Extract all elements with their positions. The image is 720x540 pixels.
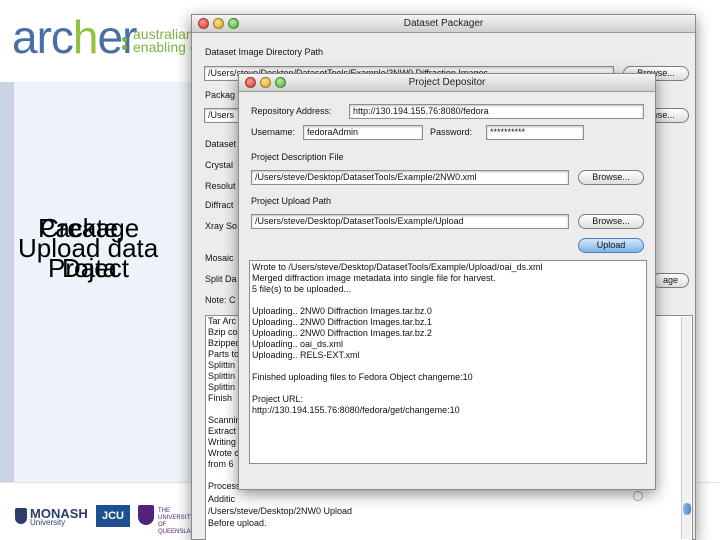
project-depositor-window: Project Depositor Repository Address: ht… [238,73,656,490]
archer-logo: archer [12,11,137,63]
jcu-logo: JCU [96,505,130,527]
side-label-resolution: Resolut [205,181,236,191]
log-line: Splittin [208,382,236,392]
side-label-note: Note: C [205,295,236,305]
side-label-mosaic: Mosaic [205,253,234,263]
log-line: Project URL: [252,394,304,404]
logo-dot-icon [122,45,127,50]
slide-word-data: Data [62,253,117,283]
log-line: Uploading.. 2NW0 Diffraction Images.tar.… [252,317,432,327]
log-line: Uploading.. 2NW0 Diffraction Images.tar.… [252,306,432,316]
log-line: Bzipped [208,338,241,348]
log-line: Uploading.. oai_ds.xml [252,339,344,349]
repo-address-label: Repository Address: [251,106,332,116]
log-line: Splittin [208,360,236,370]
log-line: Before upload. [208,518,267,528]
log-line: Wrote to /Users/steve/Desktop/DatasetToo… [252,262,543,272]
log-line: /Users/steve/Desktop/2NW0 Upload [208,506,353,516]
left-decor-band [0,82,14,482]
package-label: Packag [205,90,236,100]
description-file-label: Project Description File [251,152,344,162]
logo-dot-icon [122,37,127,42]
depositor-title: Project Depositor [408,77,486,88]
image-dir-label: Dataset Image Directory Path [205,47,324,57]
repo-address-input[interactable]: http://130.194.155.76:8080/fedora [349,104,644,119]
log-line: Bzip co [208,327,238,337]
log-line: Finish [208,393,233,403]
packager-titlebar[interactable]: Dataset Packager [192,15,695,33]
side-label-crystal: Crystal [205,160,234,170]
log-line: from 6 [208,459,234,469]
upload-button[interactable]: Upload [578,238,644,253]
progress-spinner-icon [633,491,643,501]
log-line: Parts to [208,349,240,359]
browse-upload-button[interactable]: Browse... [578,214,644,229]
browse-description-button[interactable]: Browse... [578,170,644,185]
scrollbar-thumb[interactable] [683,503,691,515]
depositor-log[interactable]: Wrote to /Users/steve/Desktop/DatasetToo… [249,260,647,464]
side-label-xray-source: Xray So [205,221,238,231]
packager-log-scrollbar[interactable] [681,317,691,539]
side-label-split-data: Split Da [205,274,237,284]
log-line: Wrote c [208,448,239,458]
side-label-diffraction: Diffract [205,200,234,210]
log-line: Finished uploading files to Fedora Objec… [252,372,473,382]
uq-crest-icon [138,505,154,525]
monash-crest-icon [15,508,27,524]
monash-logo-sub: University [30,518,66,527]
upload-path-label: Project Upload Path [251,196,332,206]
log-line: Writing [208,437,236,447]
username-label: Username: [251,127,296,137]
upload-path-input[interactable]: /Users/steve/Desktop/DatasetTools/Exampl… [251,214,569,229]
log-line: Scannin [208,415,241,425]
log-line: 5 file(s) to be uploaded... [252,284,352,294]
depositor-titlebar[interactable]: Project Depositor [239,74,655,92]
log-line: Additic [208,494,236,504]
password-input[interactable]: ********** [486,125,584,140]
log-line: Process [208,481,241,491]
log-line: Uploading.. RELS-EXT.xml [252,350,360,360]
log-line: Extract [208,426,237,436]
password-label: Password: [430,127,473,137]
log-line: Merged diffraction image metadata into s… [252,273,496,283]
log-line: Tar Arc [208,316,237,326]
log-line: Uploading.. 2NW0 Diffraction Images.tar.… [252,328,432,338]
username-input[interactable]: fedoraAdmin [303,125,423,140]
side-label-dataset: Dataset [205,139,237,149]
packager-title: Dataset Packager [403,18,484,29]
log-line: Splittin [208,371,236,381]
package-button[interactable]: age [652,273,689,288]
log-line: http://130.194.155.76:8080/fedora/get/ch… [252,405,460,415]
description-file-input[interactable]: /Users/steve/Desktop/DatasetTools/Exampl… [251,170,569,185]
